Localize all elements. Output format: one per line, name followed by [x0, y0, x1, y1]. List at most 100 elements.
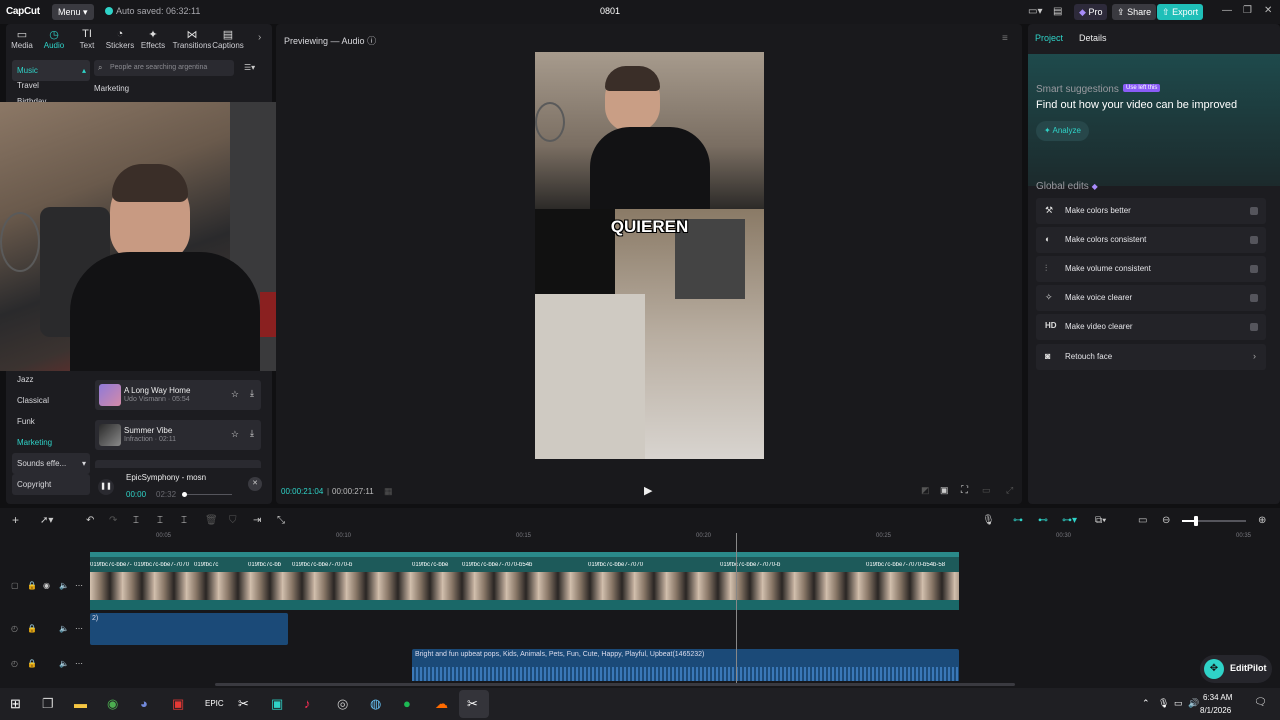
tab-captions[interactable]: ▤ Captions — [212, 28, 244, 50]
clip-label[interactable]: 019fbc7c-bbe7-7070-b — [292, 562, 362, 568]
minimize-icon[interactable]: — — [1222, 5, 1232, 16]
tab-audio[interactable]: ◷ Audio — [38, 28, 70, 50]
mic-tray-icon[interactable]: 🎙 — [1158, 698, 1169, 709]
capcut-active-icon[interactable]: ✂ — [467, 696, 478, 712]
tab-media[interactable]: ▭ Media — [6, 28, 38, 50]
quality-icon[interactable]: ◩ — [921, 485, 930, 496]
chrome-icon[interactable]: ◉ — [107, 696, 118, 712]
category-sound-effects[interactable]: Sounds effe... ▾ — [12, 453, 90, 474]
network-icon[interactable]: ▭ — [1174, 698, 1183, 709]
layout-icon[interactable]: ▭▾ — [1028, 6, 1042, 17]
audio-clip[interactable]: Bright and fun upbeat pops, Kids, Animal… — [412, 649, 959, 681]
toggle[interactable] — [1250, 207, 1258, 215]
toggle[interactable] — [1250, 294, 1258, 302]
shield-icon[interactable]: ⛉ — [229, 515, 237, 526]
select-tool-icon[interactable]: ➚▾ — [40, 515, 53, 526]
clip-label[interactable]: 019fbc7c-bbe7-7070 — [134, 562, 194, 568]
export-button[interactable]: ⇧ Export — [1157, 4, 1204, 20]
tab-effects[interactable]: ✦ Effects — [137, 28, 169, 50]
lock-icon[interactable]: 🔒 — [27, 659, 37, 668]
clock-date[interactable]: 8/1/2026 — [1200, 706, 1231, 715]
tab-transitions[interactable]: ⋈ Transitions — [172, 28, 212, 50]
obs-icon[interactable]: ◎ — [337, 696, 348, 712]
crop-icon[interactable]: ⛶ — [961, 485, 968, 496]
edit-make-voice-clearer[interactable]: ✧ Make voice clearer — [1036, 285, 1266, 311]
list-item[interactable]: Summer Vibe Infraction · 02:11 ☆ ⤓ — [95, 420, 261, 450]
list-item[interactable]: A Long Way Home Udo Vismann · 05:54 ☆ ⤓ — [95, 380, 261, 410]
split-right-icon[interactable]: ⌶ — [181, 515, 187, 526]
video-preview[interactable]: QUIEREN — [535, 52, 764, 459]
close-icon[interactable]: ✕ — [248, 477, 262, 491]
toggle[interactable] — [1250, 323, 1258, 331]
preview-axis-icon[interactable]: ⧉▾ — [1095, 515, 1106, 526]
chevron-right-icon[interactable]: › — [258, 32, 261, 43]
favorite-icon[interactable]: ☆ — [231, 389, 239, 400]
lock-icon[interactable]: 🔒 — [27, 624, 37, 633]
share-button[interactable]: ⇪ Share — [1112, 4, 1157, 20]
undo-icon[interactable]: ↶ — [86, 515, 94, 526]
notification-icon[interactable]: 🗨 — [1254, 697, 1267, 708]
clock-time[interactable]: 6:34 AM — [1203, 693, 1232, 702]
more-icon[interactable]: ⋯ — [75, 659, 83, 668]
playhead[interactable] — [736, 533, 737, 683]
tiktok-icon[interactable]: ♪ — [304, 696, 311, 711]
category-music[interactable]: Music ▴ — [12, 60, 90, 81]
clip-label[interactable]: 019fbc7c-bbe7-7070-b54b — [462, 562, 546, 568]
timeline-view-icon[interactable]: ▦ — [384, 486, 393, 497]
split-left-icon[interactable]: ⌶ — [157, 515, 163, 526]
category-copyright[interactable]: Copyright — [12, 474, 90, 495]
clip-label[interactable]: 019fbc7c-bbe7-7070-b — [720, 562, 790, 568]
add-track-icon[interactable]: + — [12, 513, 19, 527]
pause-button[interactable]: ❚❚ — [98, 479, 114, 495]
auto-snap-icon[interactable]: ⊷ — [1038, 515, 1048, 526]
spotify-icon[interactable]: ● — [403, 696, 411, 711]
clip-label[interactable]: 019fbc7c-bbe7- — [90, 562, 134, 568]
windows-start-icon[interactable]: ⊞ — [10, 696, 21, 712]
clip-label[interactable]: 019fbc7c-bbe7-7070 — [588, 562, 650, 568]
redo-icon[interactable]: ↷ — [109, 515, 117, 526]
menu-button[interactable]: Menu ▾ — [52, 4, 94, 20]
info-icon[interactable]: ⓘ — [367, 36, 376, 46]
clip-label[interactable]: 019fbc7c-bb — [248, 562, 290, 568]
editpilot-button[interactable]: ✥ EditPilot — [1200, 655, 1272, 683]
audio-clip[interactable]: 2) — [90, 613, 288, 645]
close-icon[interactable]: ✕ — [1264, 5, 1272, 16]
tab-text[interactable]: TI Text — [71, 28, 103, 50]
clip-label[interactable]: 019fbc7c-bbe7-7070-b54b-58 — [866, 562, 959, 568]
zoom-out-icon[interactable]: ⊖ — [1162, 515, 1170, 526]
tray-chevron-icon[interactable]: ⌃ — [1142, 698, 1150, 709]
steam-icon[interactable]: ◍ — [370, 696, 381, 712]
player-progress-handle[interactable] — [182, 492, 187, 497]
preview-menu-icon[interactable]: ≡ — [1002, 33, 1008, 44]
timeline-scrollbar[interactable] — [215, 683, 1015, 686]
tab-stickers[interactable]: ◔ Stickers — [104, 28, 136, 50]
edit-make-video-clearer[interactable]: HD Make video clearer — [1036, 314, 1266, 340]
clip-label[interactable]: 019fbc7c-bbe — [412, 562, 460, 568]
delete-icon[interactable]: 🗑 — [205, 515, 218, 526]
linkage-icon[interactable]: ⊶▾ — [1062, 515, 1077, 526]
player-progress-bar[interactable] — [184, 494, 232, 495]
category-jazz[interactable]: Jazz — [12, 369, 90, 390]
category-travel[interactable]: Travel — [12, 81, 90, 95]
shortcuts-icon[interactable]: ▤ — [1053, 6, 1062, 17]
discord-icon[interactable]: ◕ — [140, 696, 148, 711]
zoom-in-icon[interactable]: ⊕ — [1258, 515, 1266, 526]
capcut-icon[interactable]: ✂ — [238, 696, 249, 712]
file-explorer-icon[interactable]: ▬ — [74, 696, 87, 711]
cover-icon[interactable]: ▢ — [11, 581, 19, 590]
fullscreen-icon[interactable]: ⤢ — [1006, 485, 1013, 496]
toggle[interactable] — [1250, 236, 1258, 244]
restore-icon[interactable]: ❐ — [1243, 5, 1252, 16]
edit-make-colors-better[interactable]: ⚒ Make colors better — [1036, 198, 1266, 224]
tab-project[interactable]: Project — [1035, 33, 1063, 43]
play-button[interactable]: ▶ — [644, 484, 652, 497]
timeline-ruler[interactable]: 00:05 00:10 00:15 00:20 00:25 00:30 00:3… — [90, 533, 1280, 545]
volume-icon[interactable]: 🔊 — [1188, 698, 1199, 709]
tab-details[interactable]: Details — [1079, 33, 1107, 43]
favorite-icon[interactable]: ☆ — [231, 429, 239, 440]
edit-make-colors-consistent[interactable]: ◐ Make colors consistent — [1036, 227, 1266, 253]
category-funk[interactable]: Funk — [12, 411, 90, 432]
soundcloud-icon[interactable]: ☁ — [435, 696, 448, 712]
filter-icon[interactable]: ☰▾ — [244, 63, 255, 72]
voicemod-icon[interactable]: ▣ — [172, 696, 184, 712]
